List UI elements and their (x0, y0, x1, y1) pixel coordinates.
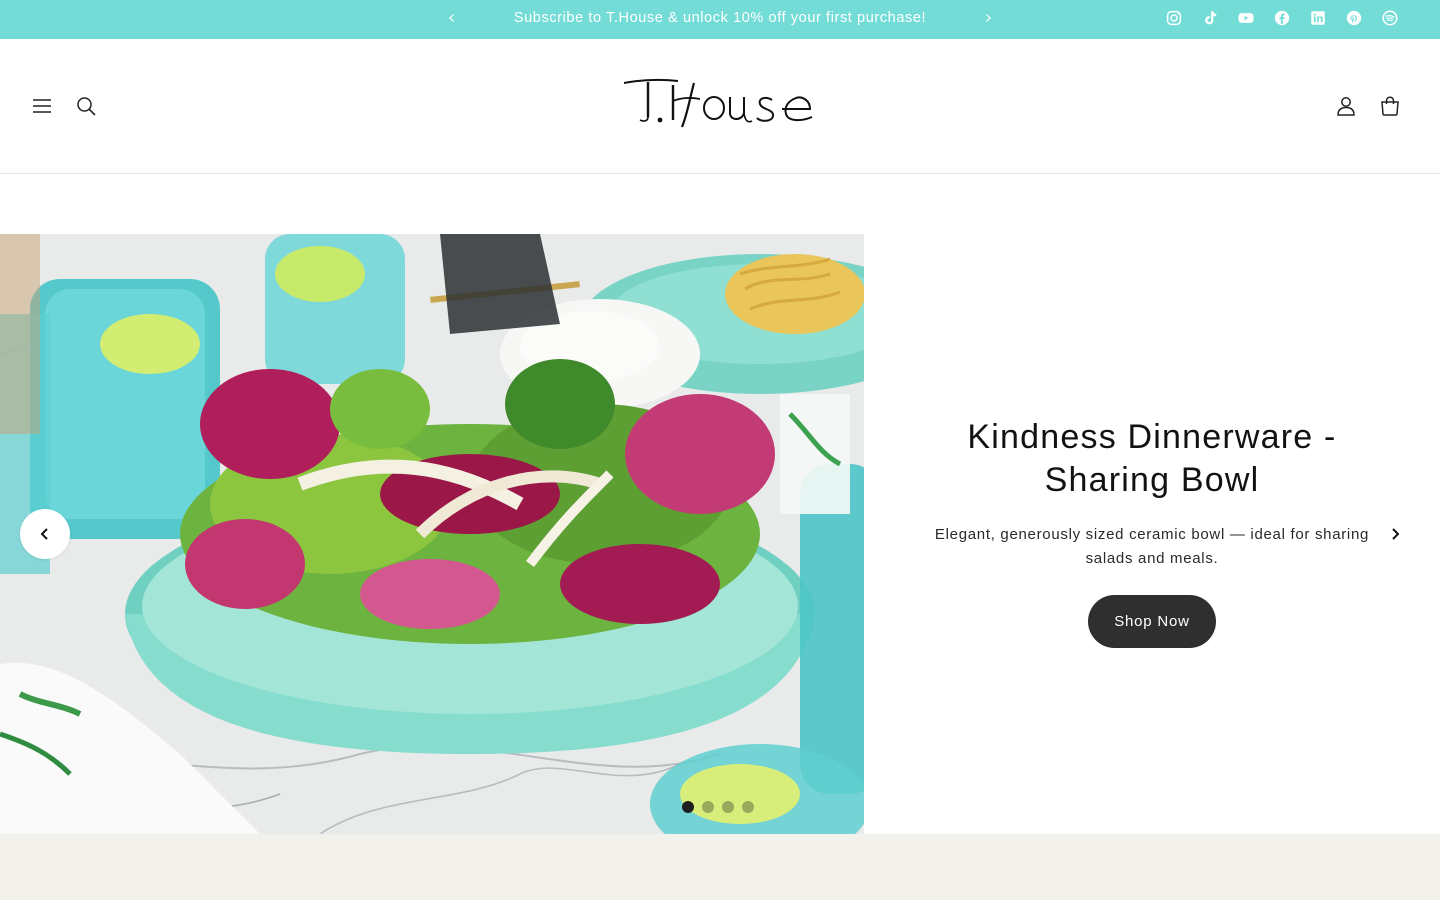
slide-dot-2[interactable] (702, 801, 714, 813)
next-section-band (0, 834, 1440, 900)
slide-dot-4[interactable] (742, 801, 754, 813)
instagram-icon[interactable] (1164, 8, 1184, 28)
cart-icon[interactable] (1368, 84, 1412, 128)
slide-dot-1[interactable] (682, 801, 694, 813)
hero-slideshow: Kindness Dinnerware - Sharing Bowl Elega… (0, 234, 1440, 834)
site-header (0, 39, 1440, 174)
linkedin-icon[interactable] (1308, 8, 1328, 28)
facebook-icon[interactable] (1272, 8, 1292, 28)
slide-dots (682, 801, 754, 815)
t-house-logo (623, 78, 813, 128)
menu-icon[interactable] (20, 84, 64, 128)
chevron-left-icon (40, 528, 48, 540)
search-icon[interactable] (64, 84, 108, 128)
hero-image-salad-bowl (0, 234, 864, 834)
site-logo[interactable] (620, 77, 820, 133)
youtube-icon[interactable] (1236, 8, 1256, 28)
hero-content: Kindness Dinnerware - Sharing Bowl Elega… (864, 234, 1440, 834)
chevron-right-icon[interactable] (978, 8, 998, 28)
slide-dot-3[interactable] (722, 801, 734, 813)
shop-now-button[interactable]: Shop Now (1088, 595, 1216, 648)
announcement-text[interactable]: Subscribe to T.House & unlock 10% off yo… (0, 0, 1440, 36)
hero-description: Elegant, generously sized ceramic bowl —… (934, 526, 1370, 567)
announcement-bar: Subscribe to T.House & unlock 10% off yo… (0, 0, 1440, 39)
account-icon[interactable] (1324, 84, 1368, 128)
tiktok-icon[interactable] (1200, 8, 1220, 28)
pinterest-icon[interactable] (1344, 8, 1364, 28)
spotify-icon[interactable] (1380, 8, 1400, 28)
slide-next-button[interactable] (1382, 521, 1408, 547)
hero-title: Kindness Dinnerware - Sharing Bowl (967, 418, 1337, 499)
slide-prev-button[interactable] (20, 509, 70, 559)
chevron-right-icon (1392, 528, 1400, 540)
